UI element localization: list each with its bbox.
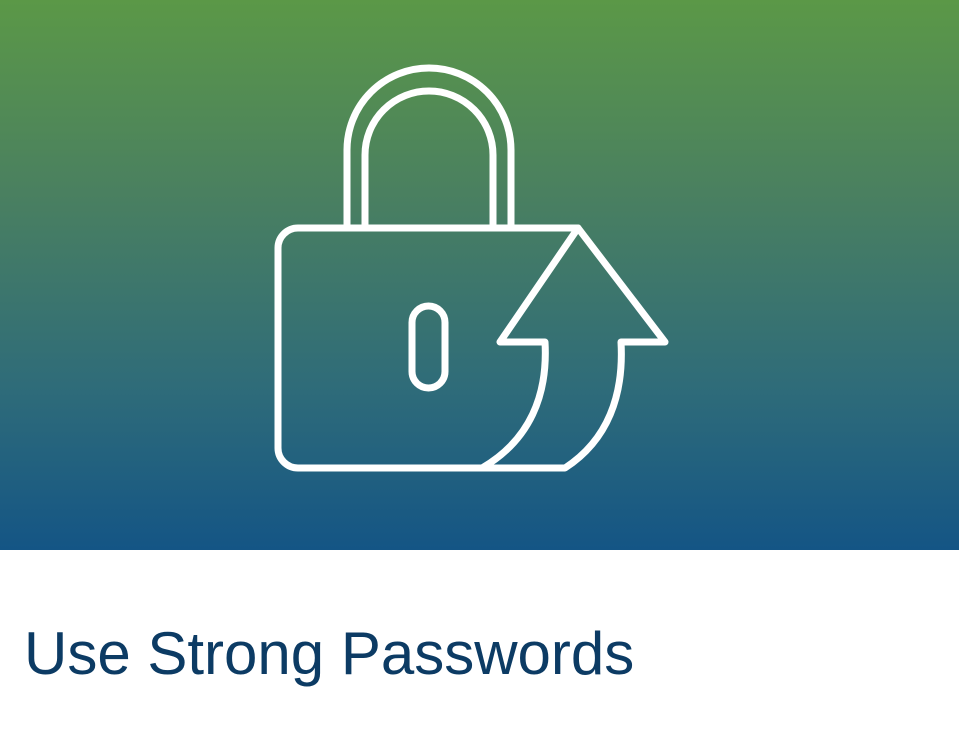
password-tip-card: Use Strong Passwords [0,0,959,730]
hero-banner [0,0,959,550]
card-title: Use Strong Passwords [24,620,635,687]
lock-upgrade-icon [274,64,669,472]
